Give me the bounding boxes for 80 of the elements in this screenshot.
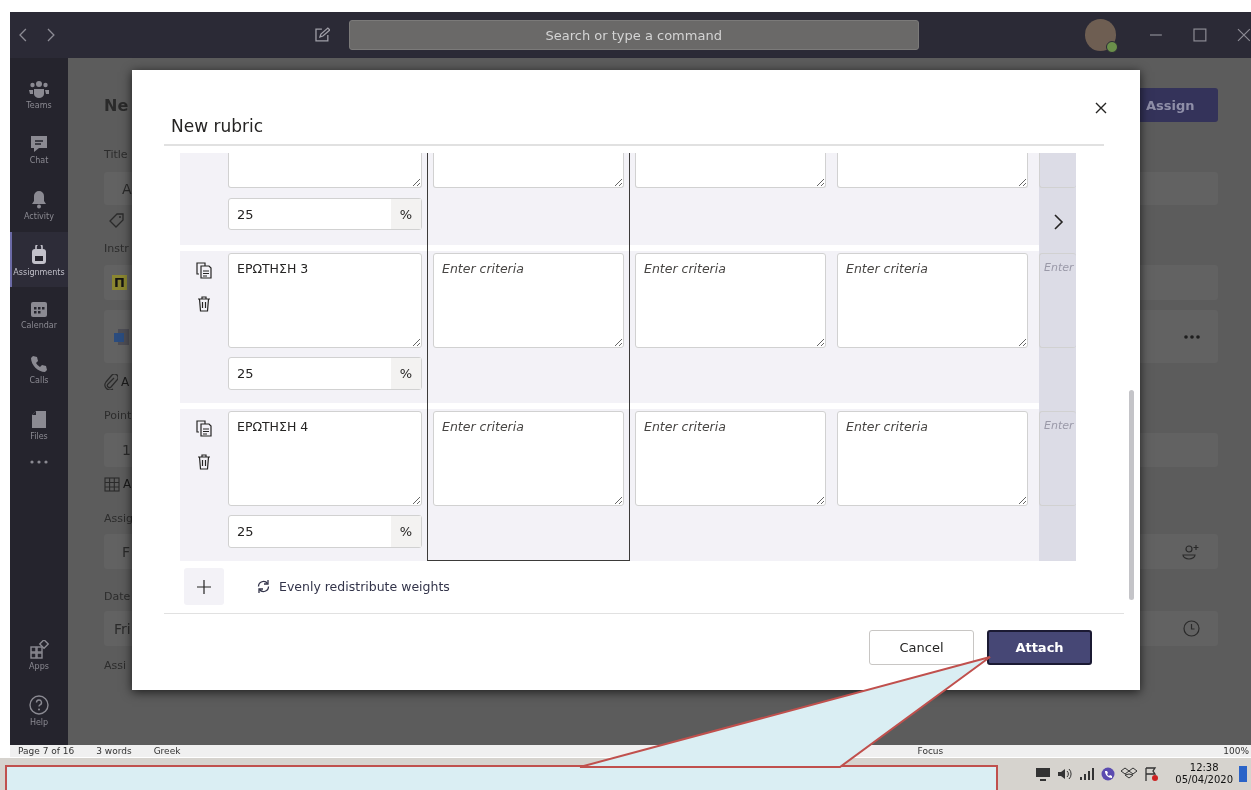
rail-item[interactable]: Apps: [10, 627, 68, 682]
compose-icon[interactable]: [313, 27, 330, 43]
rail-item[interactable]: Activity: [10, 177, 68, 232]
close-icon[interactable]: [1094, 101, 1108, 115]
level-criteria-field[interactable]: Enter criteria: [635, 253, 826, 348]
weight-field[interactable]: 25 %: [228, 198, 422, 230]
help-icon: [29, 695, 49, 715]
status-bar-text: Focus: [917, 745, 944, 758]
paperclip-icon: [104, 374, 118, 390]
status-bar-text: Greek: [153, 745, 181, 758]
dialog-title: New rubric: [171, 116, 264, 136]
attach-button[interactable]: Attach: [987, 630, 1092, 665]
calendar-icon: [30, 300, 48, 318]
weight-input[interactable]: 25: [229, 199, 391, 229]
people-icon: [29, 80, 49, 98]
level-criteria-field[interactable]: Enter criteria: [837, 253, 1028, 348]
box-icon[interactable]: [1121, 767, 1138, 781]
weight-field[interactable]: 25 %: [228, 357, 422, 390]
assign-button[interactable]: Assign: [1140, 88, 1218, 122]
redistribute-weights-button[interactable]: Evenly redistribute weights: [256, 579, 450, 594]
level-criteria-field[interactable]: [1039, 153, 1076, 188]
trash-icon[interactable]: [197, 295, 211, 312]
add-person-icon[interactable]: [1182, 543, 1200, 560]
criterion-field[interactable]: ΕΡΩΤΗΣΗ 4: [228, 411, 422, 506]
document-icon: [114, 327, 130, 346]
level-criteria-field[interactable]: Enter criteria: [837, 411, 1028, 506]
weight-input[interactable]: 25: [229, 516, 391, 547]
refresh-icon: [256, 579, 271, 594]
level-criteria-field[interactable]: [635, 153, 826, 188]
signal-bars-icon[interactable]: [1079, 767, 1096, 781]
criterion-field[interactable]: ΕΡΩΤΗΣΗ 3: [228, 253, 422, 348]
weight-input[interactable]: 25: [229, 358, 391, 389]
status-bar-text: 3 words: [96, 745, 132, 758]
clock-icon[interactable]: [1183, 620, 1200, 637]
search-field[interactable]: Search or type a command: [348, 20, 919, 50]
phone-icon: [30, 355, 48, 373]
status-bar-text: Page 7 of 16: [18, 745, 75, 758]
rail-item[interactable]: Files: [10, 397, 68, 452]
clock-date[interactable]: 05/04/2020: [1175, 774, 1233, 786]
scrollbar[interactable]: [1129, 390, 1134, 600]
level-criteria-field[interactable]: [433, 153, 624, 188]
maximize-icon[interactable]: [1193, 28, 1208, 42]
level-criteria-field[interactable]: [837, 153, 1028, 188]
copy-icon[interactable]: [196, 262, 212, 279]
level-criteria-field[interactable]: Enter criteria: [433, 253, 624, 348]
phone-app-icon[interactable]: [1101, 767, 1116, 781]
plus-icon: [197, 579, 211, 594]
weight-field[interactable]: 25 %: [228, 515, 422, 548]
criterion-field[interactable]: [228, 153, 422, 188]
apps-icon: [29, 640, 49, 659]
avatar[interactable]: [1084, 19, 1117, 51]
cancel-button[interactable]: Cancel: [869, 630, 974, 665]
level-criteria-field[interactable]: Enter: [1039, 253, 1076, 348]
status-dot: [1106, 41, 1119, 53]
add-row-button[interactable]: [184, 568, 224, 605]
file-icon: [31, 410, 47, 429]
rail-item[interactable]: Assignments: [10, 232, 68, 287]
grid-icon: [104, 476, 120, 492]
tag-icon[interactable]: [109, 212, 124, 228]
more-icon[interactable]: [1184, 334, 1200, 339]
backpack-icon: [31, 245, 47, 265]
status-bar-text: 100%: [1223, 745, 1249, 758]
rail-item[interactable]: Help: [10, 682, 68, 737]
rail-item[interactable]: Calls: [10, 342, 68, 397]
chat-icon: [30, 135, 48, 153]
speaker-icon[interactable]: [1057, 767, 1074, 781]
monitor-icon[interactable]: [1035, 767, 1052, 781]
rail-item[interactable]: Teams: [10, 67, 68, 122]
trash-icon[interactable]: [197, 453, 211, 470]
level-criteria-field[interactable]: Enter: [1039, 411, 1076, 506]
level-criteria-field[interactable]: Enter criteria: [635, 411, 826, 506]
rail-item[interactable]: Chat: [10, 122, 68, 177]
clock-time[interactable]: 12:38: [1189, 762, 1219, 774]
chevron-right-icon[interactable]: [1051, 213, 1064, 231]
flag-icon[interactable]: [1143, 767, 1160, 781]
bell-icon: [31, 190, 47, 209]
level-criteria-field[interactable]: Enter criteria: [433, 411, 624, 506]
rail-item[interactable]: Calendar: [10, 287, 68, 342]
more-icon[interactable]: [30, 460, 48, 464]
copy-icon[interactable]: [196, 420, 212, 437]
